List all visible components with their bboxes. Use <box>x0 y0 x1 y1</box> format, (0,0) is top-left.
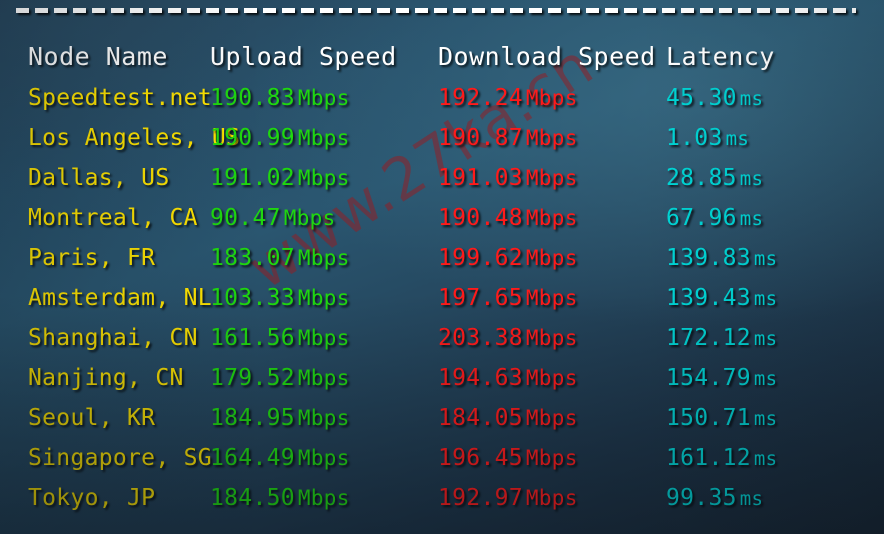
unit-label: Mbps <box>525 326 578 350</box>
speedtest-results-panel: www.27ka.cn Node Name Upload Speed Downl… <box>0 0 884 534</box>
cell-download-speed: 184.05 Mbps <box>438 405 578 431</box>
unit-label: Mbps <box>525 86 578 110</box>
unit-label: Mbps <box>525 246 578 270</box>
cell-download-speed: 203.38 Mbps <box>438 325 578 351</box>
table-row: Los Angeles, US 190.99 Mbps 190.87 Mbps 1.03 m… <box>0 118 884 158</box>
cell-upload-speed: 191.02 Mbps <box>210 165 350 191</box>
unit-label: Mbps <box>525 406 578 430</box>
column-header-latency: Latency <box>666 41 775 71</box>
unit-label: ms <box>739 88 764 110</box>
cell-download-speed: 190.48 Mbps <box>438 205 578 231</box>
table-row: Amsterdam, NL 103.33 Mbps 197.65 Mbps 139.43 m… <box>0 278 884 318</box>
cell-download-speed: 191.03 Mbps <box>438 165 578 191</box>
table-row: Montreal, CA 90.47 Mbps 190.48 Mbps 67.96 ms <box>0 198 884 238</box>
cell-download-speed: 194.63 Mbps <box>438 365 578 391</box>
cell-latency: 139.43 ms <box>666 285 778 311</box>
unit-label: Mbps <box>525 166 578 190</box>
cell-node-name: Nanjing, CN <box>28 365 184 391</box>
unit-label: Mbps <box>525 286 578 310</box>
cell-download-speed: 192.97 Mbps <box>438 485 578 511</box>
top-divider <box>16 8 856 22</box>
table-row: Paris, FR 183.07 Mbps 199.62 Mbps 139.83 ms <box>0 238 884 278</box>
unit-label: ms <box>753 408 778 430</box>
unit-label: Mbps <box>297 366 350 390</box>
unit-label: Mbps <box>297 166 350 190</box>
cell-upload-speed: 184.50 Mbps <box>210 485 350 511</box>
cell-latency: 150.71 ms <box>666 405 778 431</box>
table-row: Shanghai, CN 161.56 Mbps 203.38 Mbps 172.12 ms <box>0 318 884 358</box>
table-header-row: Node Name Upload Speed Download Speed La… <box>0 34 884 78</box>
unit-label: Mbps <box>525 206 578 230</box>
cell-node-name: Shanghai, CN <box>28 325 198 351</box>
cell-download-speed: 197.65 Mbps <box>438 285 578 311</box>
cell-upload-speed: 190.83 Mbps <box>210 85 350 111</box>
cell-download-speed: 192.24 Mbps <box>438 85 578 111</box>
table-row: Speedtest.net 190.83 Mbps 192.24 Mbps 45.30 ms <box>0 78 884 118</box>
cell-upload-speed: 103.33 Mbps <box>210 285 350 311</box>
unit-label: ms <box>753 448 778 470</box>
unit-label: Mbps <box>297 286 350 310</box>
cell-upload-speed: 161.56 Mbps <box>210 325 350 351</box>
cell-node-name: Montreal, CA <box>28 205 198 231</box>
cell-latency: 161.12 ms <box>666 445 778 471</box>
cell-latency: 28.85 ms <box>666 165 764 191</box>
cell-node-name: Amsterdam, NL <box>28 285 212 311</box>
unit-label: Mbps <box>297 126 350 150</box>
unit-label: Mbps <box>525 126 578 150</box>
column-header-node-name: Node Name <box>28 41 168 71</box>
cell-node-name: Speedtest.net <box>28 85 212 111</box>
cell-upload-speed: 90.47 Mbps <box>210 205 336 231</box>
cell-download-speed: 196.45 Mbps <box>438 445 578 471</box>
cell-download-speed: 199.62 Mbps <box>438 245 578 271</box>
speedtest-results-table: Node Name Upload Speed Download Speed La… <box>0 34 884 518</box>
unit-label: Mbps <box>297 86 350 110</box>
table-body: Speedtest.net 190.83 Mbps 192.24 Mbps 45.30 ms… <box>0 78 884 518</box>
cell-latency: 172.12 ms <box>666 325 778 351</box>
unit-label: ms <box>725 128 750 150</box>
table-row: Tokyo, JP 184.50 Mbps 192.97 Mbps 99.35 ms <box>0 478 884 518</box>
cell-latency: 99.35 ms <box>666 485 764 511</box>
cell-node-name: Tokyo, JP <box>28 485 156 511</box>
cell-upload-speed: 190.99 Mbps <box>210 125 350 151</box>
cell-latency: 1.03 ms <box>666 125 750 151</box>
cell-node-name: Singapore, SG <box>28 445 212 471</box>
cell-upload-speed: 183.07 Mbps <box>210 245 350 271</box>
unit-label: Mbps <box>297 246 350 270</box>
table-header: Node Name Upload Speed Download Speed La… <box>0 34 884 78</box>
unit-label: ms <box>739 168 764 190</box>
unit-label: ms <box>753 368 778 390</box>
cell-latency: 45.30 ms <box>666 85 764 111</box>
cell-node-name: Los Angeles, US <box>28 125 241 151</box>
unit-label: Mbps <box>297 326 350 350</box>
unit-label: Mbps <box>297 486 350 510</box>
unit-label: Mbps <box>297 446 350 470</box>
unit-label: Mbps <box>283 206 336 230</box>
cell-upload-speed: 164.49 Mbps <box>210 445 350 471</box>
cell-download-speed: 190.87 Mbps <box>438 125 578 151</box>
unit-label: ms <box>753 288 778 310</box>
cell-latency: 154.79 ms <box>666 365 778 391</box>
unit-label: Mbps <box>525 446 578 470</box>
unit-label: ms <box>739 208 764 230</box>
column-header-download-speed: Download Speed <box>438 41 656 71</box>
unit-label: Mbps <box>525 366 578 390</box>
unit-label: ms <box>739 488 764 510</box>
column-header-upload-speed: Upload Speed <box>210 41 397 71</box>
cell-latency: 67.96 ms <box>666 205 764 231</box>
cell-latency: 139.83 ms <box>666 245 778 271</box>
table-row: Singapore, SG 164.49 Mbps 196.45 Mbps 161.12 m… <box>0 438 884 478</box>
dashed-line-icon <box>16 8 856 13</box>
cell-upload-speed: 184.95 Mbps <box>210 405 350 431</box>
cell-node-name: Seoul, KR <box>28 405 156 431</box>
unit-label: Mbps <box>297 406 350 430</box>
unit-label: Mbps <box>525 486 578 510</box>
table-row: Seoul, KR 184.95 Mbps 184.05 Mbps 150.71 ms <box>0 398 884 438</box>
unit-label: ms <box>753 328 778 350</box>
table-row: Dallas, US 191.02 Mbps 191.03 Mbps 28.85 ms <box>0 158 884 198</box>
cell-node-name: Paris, FR <box>28 245 156 271</box>
cell-node-name: Dallas, US <box>28 165 170 191</box>
table-row: Nanjing, CN 179.52 Mbps 194.63 Mbps 154.79 ms <box>0 358 884 398</box>
unit-label: ms <box>753 248 778 270</box>
cell-upload-speed: 179.52 Mbps <box>210 365 350 391</box>
